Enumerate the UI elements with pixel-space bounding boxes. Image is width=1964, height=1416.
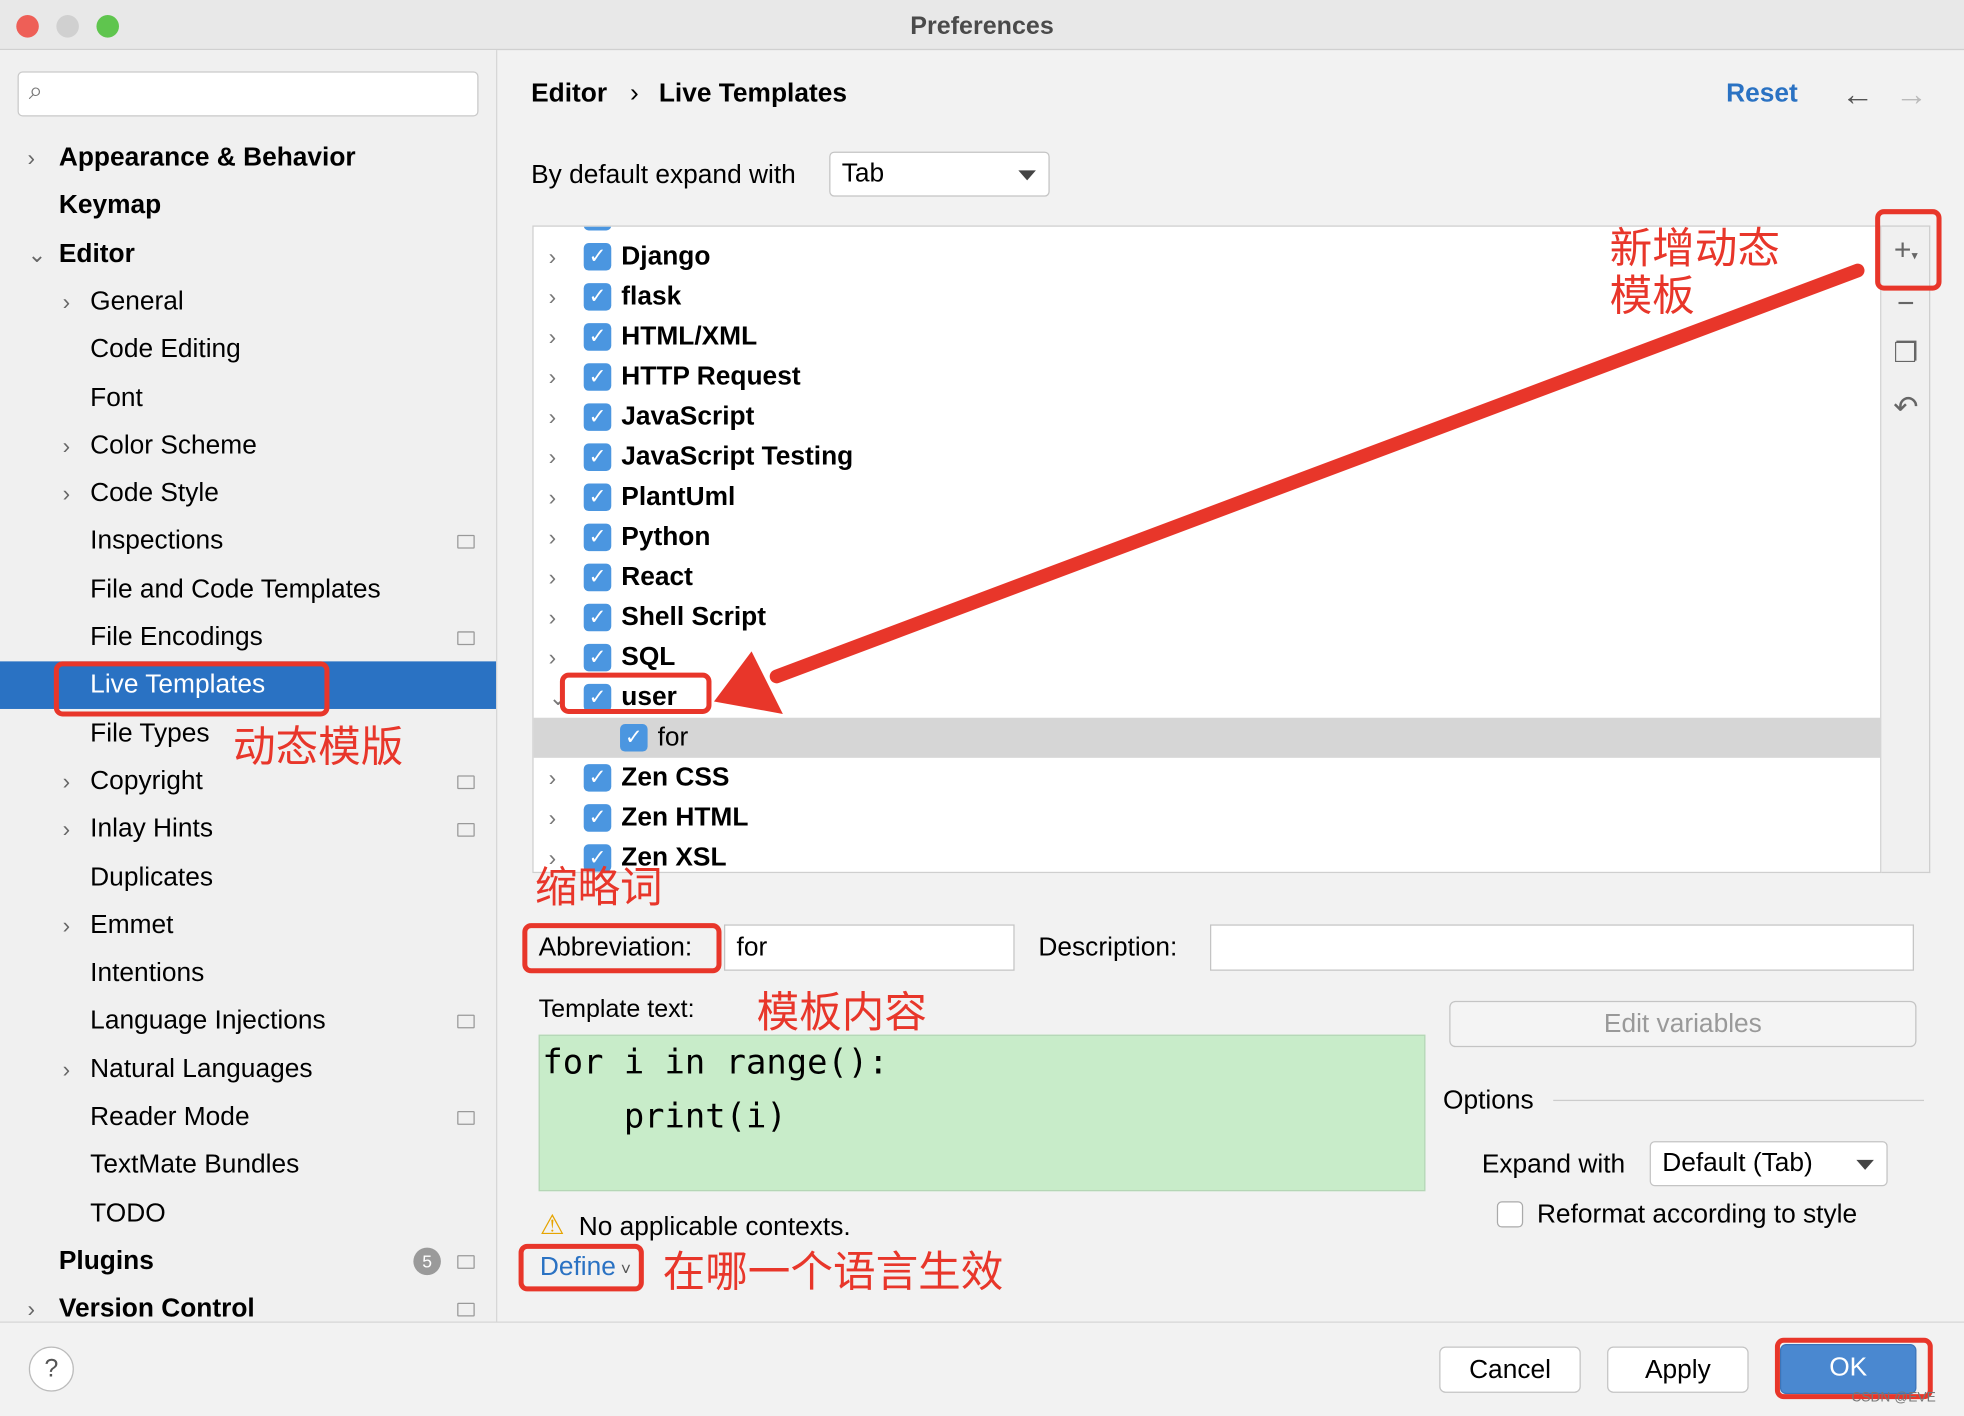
watermark: CSDN @EVE [1851,1390,1936,1406]
annotation-arrow [713,263,1865,714]
